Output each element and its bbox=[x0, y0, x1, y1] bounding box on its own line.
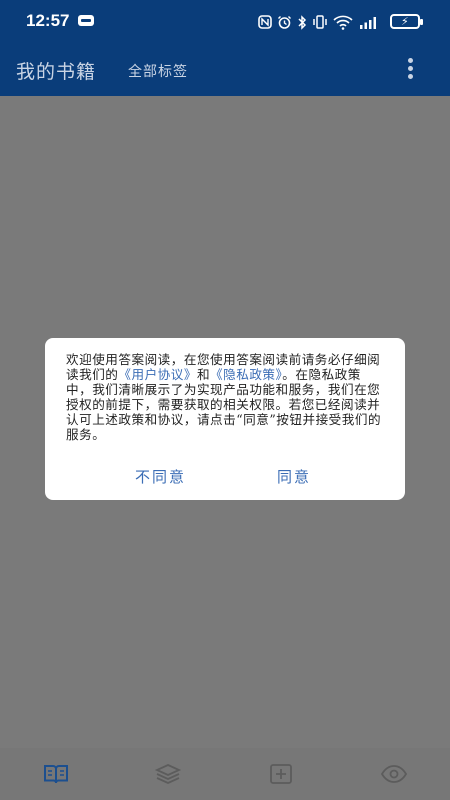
privacy-policy-link[interactable]: 《隐私政策》 bbox=[210, 367, 282, 382]
dialog-message: 欢迎使用答案阅读，在您使用答案阅读前请务必仔细阅读我们的《用户协议》和《隐私政策… bbox=[66, 352, 386, 442]
tag-filter-button[interactable]: 全部标签 bbox=[128, 61, 188, 81]
status-bar: 12:57 ⚡ bbox=[0, 0, 450, 44]
notification-chip-icon bbox=[78, 15, 94, 26]
signal-icon bbox=[360, 17, 376, 29]
bluetooth-icon bbox=[298, 14, 307, 30]
status-clock: 12:57 bbox=[26, 11, 70, 30]
disagree-button[interactable]: 不同意 bbox=[135, 466, 186, 487]
alarm-icon bbox=[278, 15, 291, 29]
add-box-icon bbox=[270, 764, 292, 784]
dialog-text-and: 和 bbox=[196, 367, 211, 382]
tab-add[interactable] bbox=[267, 762, 295, 786]
wifi-icon bbox=[333, 15, 353, 30]
bottom-tab-bar bbox=[0, 748, 450, 800]
layers-icon bbox=[154, 764, 182, 784]
page-title: 我的书籍 bbox=[16, 61, 97, 83]
tab-library[interactable] bbox=[154, 762, 182, 786]
privacy-consent-dialog: 欢迎使用答案阅读，在您使用答案阅读前请务必仔细阅读我们的《用户协议》和《隐私政策… bbox=[45, 338, 405, 500]
more-vert-icon[interactable] bbox=[404, 58, 416, 82]
eye-icon bbox=[380, 765, 408, 783]
agree-button[interactable]: 同意 bbox=[277, 466, 311, 487]
tab-bookshelf[interactable] bbox=[42, 762, 70, 786]
user-agreement-link[interactable]: 《用户协议》 bbox=[118, 367, 197, 382]
app-bar: 我的书籍 全部标签 bbox=[0, 44, 450, 96]
battery-charging-icon: ⚡ bbox=[390, 14, 423, 29]
book-icon bbox=[44, 765, 68, 784]
tab-view[interactable] bbox=[380, 762, 408, 786]
nfc-icon bbox=[258, 15, 272, 29]
vibrate-icon bbox=[313, 15, 327, 29]
status-icons bbox=[258, 12, 380, 32]
